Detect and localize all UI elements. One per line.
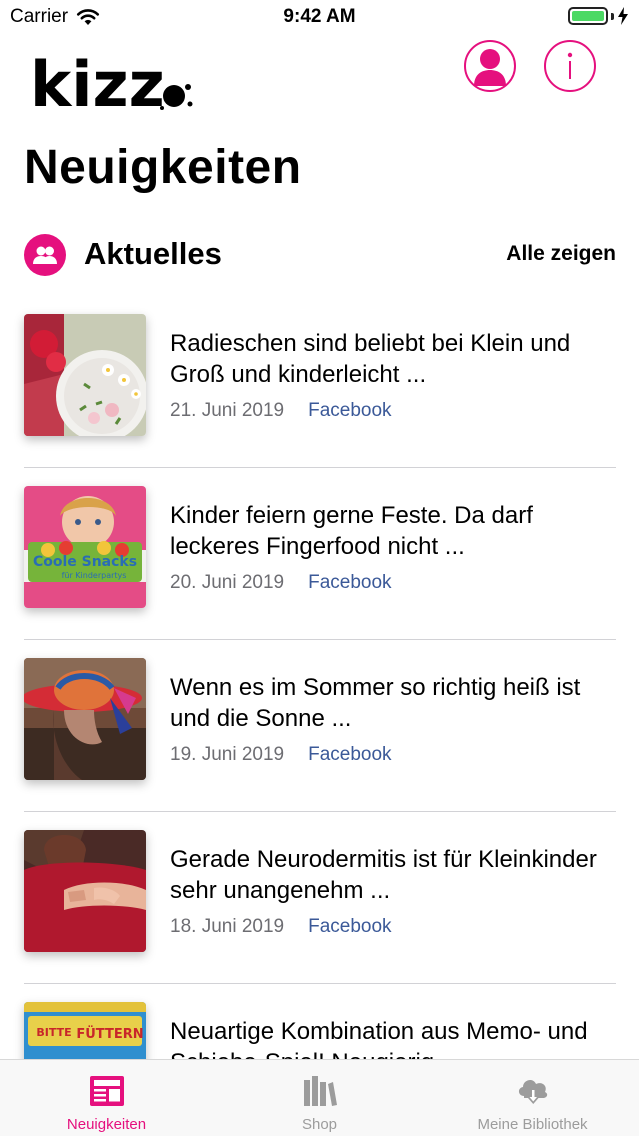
news-source-link[interactable]: Facebook	[308, 744, 391, 766]
app-screen: Carrier 9:42 AM kizz Neuigkeiten Aktuell…	[0, 0, 639, 1136]
news-date: 18. Juni 2019	[170, 916, 285, 937]
news-meta: 20. Juni 2019 Facebook	[170, 572, 616, 594]
news-source-link[interactable]: Facebook	[308, 400, 391, 422]
newspaper-icon	[89, 1076, 124, 1106]
news-title: Gerade Neurodermitis ist für Kleinkinder…	[170, 846, 597, 904]
news-list: Radieschen sind beliebt bei Klein und Gr…	[24, 296, 616, 1136]
status-time: 9:42 AM	[283, 6, 356, 27]
tab-neuigkeiten[interactable]: Neuigkeiten	[0, 1060, 213, 1136]
news-text: Kinder feiern gerne Feste. Da darf lecke…	[170, 500, 616, 594]
thumbnail-title: Coole Snacks	[33, 554, 137, 570]
tab-bar: Neuigkeiten Shop Meine Bibliothek	[0, 1059, 639, 1136]
news-title: Radieschen sind beliebt bei Klein und Gr…	[170, 330, 571, 388]
news-thumbnail	[24, 658, 146, 780]
kizz-logo: kizz	[30, 48, 193, 116]
news-text: Gerade Neurodermitis ist für Kleinkinder…	[170, 844, 616, 938]
status-bar: Carrier 9:42 AM	[0, 0, 639, 34]
news-text: Radieschen sind beliebt bei Klein und Gr…	[170, 328, 616, 422]
tab-shop[interactable]: Shop	[213, 1060, 426, 1136]
battery-cap	[611, 12, 614, 20]
info-button[interactable]	[544, 40, 596, 92]
news-thumbnail	[24, 830, 146, 952]
profile-button[interactable]	[464, 40, 516, 92]
logo-text: kizz	[30, 48, 165, 116]
section-title: Aktuelles	[84, 236, 222, 271]
charging-bolt-icon	[618, 7, 628, 25]
news-title: Wenn es im Sommer so richtig heiß ist un…	[170, 674, 581, 732]
tab-label: Neuigkeiten	[66, 1116, 147, 1133]
tab-label: Shop	[301, 1116, 338, 1133]
news-item[interactable]: Radieschen sind beliebt bei Klein und Gr…	[24, 296, 616, 468]
thumbnail-subtitle: FÜTTERN	[76, 1026, 143, 1042]
news-item[interactable]: Wenn es im Sommer so richtig heiß ist un…	[24, 640, 616, 812]
tab-label: Meine Bibliothek	[477, 1116, 588, 1133]
show-all-button[interactable]: Alle zeigen	[506, 242, 616, 266]
thumbnail-title: BITTE	[36, 1026, 71, 1039]
group-icon	[24, 234, 66, 276]
tab-meine-bibliothek[interactable]: Meine Bibliothek	[426, 1060, 639, 1136]
news-source-link[interactable]: Facebook	[308, 572, 391, 594]
page-title: Neuigkeiten	[24, 141, 302, 194]
person-icon	[474, 49, 506, 86]
info-icon	[567, 52, 573, 79]
news-meta: 18. Juni 2019 Facebook	[170, 916, 616, 938]
books-icon	[303, 1076, 337, 1106]
news-date: 19. Juni 2019	[170, 744, 285, 765]
section-header: Aktuelles Alle zeigen	[24, 232, 616, 278]
news-text: Wenn es im Sommer so richtig heiß ist un…	[170, 672, 616, 766]
battery-indicator	[568, 7, 629, 25]
news-item[interactable]: Gerade Neurodermitis ist für Kleinkinder…	[24, 812, 616, 984]
battery-level	[572, 11, 604, 21]
news-date: 21. Juni 2019	[170, 400, 285, 421]
thumbnail-subtitle: für Kinderpartys	[62, 571, 127, 580]
news-meta: 19. Juni 2019 Facebook	[170, 744, 616, 766]
battery-icon	[568, 7, 608, 25]
cloud-download-icon	[518, 1080, 547, 1104]
news-date: 20. Juni 2019	[170, 572, 285, 593]
news-title: Kinder feiern gerne Feste. Da darf lecke…	[170, 502, 533, 560]
news-meta: 21. Juni 2019 Facebook	[170, 400, 616, 422]
news-source-link[interactable]: Facebook	[308, 916, 391, 938]
news-thumbnail: Coole Snacks für Kinderpartys	[24, 486, 146, 608]
news-item[interactable]: Coole Snacks für Kinderpartys Kinder fei…	[24, 468, 616, 640]
news-thumbnail	[24, 314, 146, 436]
